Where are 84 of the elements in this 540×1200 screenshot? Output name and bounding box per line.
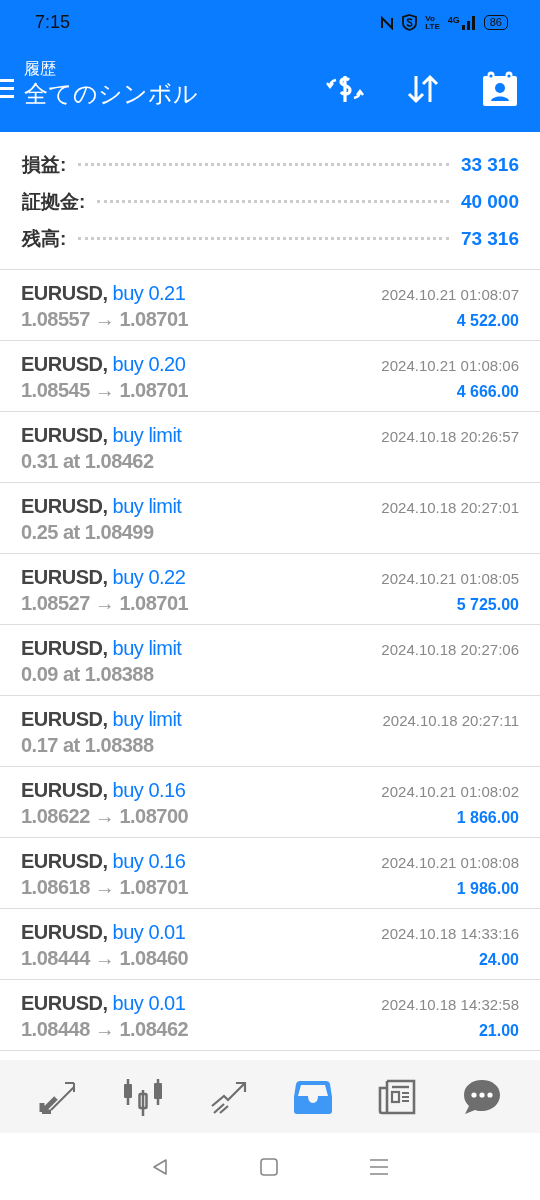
trade-detail: 1.08622 → 1.08700 — [21, 804, 189, 829]
trade-time: 2024.10.21 01:08:02 — [381, 783, 519, 800]
inbox-icon — [294, 1079, 333, 1114]
trade-profit: 4 522.00 — [456, 312, 519, 330]
summary-label: 損益: — [22, 152, 67, 177]
trade-title: EURUSD, buy 0.20 — [21, 352, 186, 377]
news-tab[interactable] — [378, 1077, 417, 1116]
trade-detail: 0.31 at 1.08462 — [21, 449, 154, 474]
summary-label: 証拠金: — [22, 189, 86, 214]
trade-time: 2024.10.18 20:27:06 — [381, 641, 519, 658]
header-subtitle: 履歴 — [24, 58, 57, 79]
trade-detail: 0.25 at 1.08499 — [21, 520, 154, 545]
trend-icon — [209, 1079, 248, 1114]
summary-value: 33 316 — [460, 153, 519, 176]
chat-tab[interactable] — [462, 1078, 501, 1115]
back-icon[interactable] — [150, 1157, 169, 1176]
trade-row[interactable]: EURUSD, buy limit 2024.10.18 20:26:57 0.31 at 1.08462 — [0, 412, 540, 483]
trend-tab[interactable] — [209, 1079, 248, 1114]
trade-profit: 1 866.00 — [456, 809, 519, 827]
trade-detail: 1.08557 → 1.08701 — [21, 307, 189, 332]
trade-detail: 1.08618 → 1.08701 — [21, 875, 189, 900]
summary-value: 40 000 — [460, 190, 519, 213]
summary-label: 残高: — [22, 226, 67, 251]
trade-row[interactable]: EURUSD, buy 0.16 2024.10.21 01:08:08 1.08618 → 1.08701 1 986.00 — [0, 838, 540, 909]
trade-tab[interactable] — [39, 1079, 78, 1114]
diagonal-arrows-icon — [39, 1079, 78, 1114]
summary-value: 73 316 — [460, 227, 519, 250]
trade-row[interactable]: EURUSD, buy 0.01 2024.10.18 14:32:58 1.08448 → 1.08462 21.00 — [0, 980, 540, 1051]
trade-profit: 1 986.00 — [456, 880, 519, 898]
chart-tab[interactable] — [123, 1077, 164, 1116]
trade-time: 2024.10.18 20:26:57 — [381, 428, 519, 445]
newspaper-icon — [378, 1077, 417, 1116]
trade-detail: 1.08545 → 1.08701 — [21, 378, 189, 403]
calendar-person-icon[interactable] — [482, 70, 518, 107]
trade-time: 2024.10.18 14:32:58 — [381, 996, 519, 1013]
trade-title: EURUSD, buy limit — [21, 707, 182, 732]
header-title[interactable]: 全てのシンボル — [24, 78, 326, 109]
trade-row[interactable]: EURUSD, buy 0.20 2024.10.21 01:08:06 1.08545 → 1.08701 4 666.00 — [0, 341, 540, 412]
signal-icon — [461, 15, 476, 30]
nfc-icon — [380, 15, 395, 30]
trade-row[interactable]: EURUSD, buy 0.21 2024.10.21 01:08:07 1.08557 → 1.08701 4 522.00 — [0, 270, 540, 341]
recents-icon[interactable] — [369, 1157, 390, 1176]
trade-row[interactable]: EURUSD, buy 0.16 2024.10.21 01:08:02 1.08622 → 1.08700 1 866.00 — [0, 767, 540, 838]
trade-title: EURUSD, buy 0.22 — [21, 565, 186, 590]
history-tab[interactable] — [294, 1079, 333, 1114]
trade-time: 2024.10.21 01:08:07 — [381, 286, 519, 303]
trade-time: 2024.10.18 20:27:01 — [381, 499, 519, 516]
trade-title: EURUSD, buy 0.16 — [21, 778, 186, 803]
trade-row[interactable]: EURUSD, buy limit 2024.10.18 20:27:11 0.17 at 1.08388 — [0, 696, 540, 767]
trade-time: 2024.10.21 01:08:05 — [381, 570, 519, 587]
status-time: 7:15 — [35, 12, 71, 33]
shield-icon — [402, 14, 418, 31]
chat-icon — [462, 1078, 501, 1115]
trade-title: EURUSD, buy 0.01 — [21, 920, 186, 945]
trade-profit: 24.00 — [478, 951, 519, 969]
battery-indicator: 86 — [483, 15, 508, 30]
trade-title: EURUSD, buy 0.01 — [21, 991, 186, 1016]
trade-detail: 0.09 at 1.08388 — [21, 662, 154, 687]
trade-title: EURUSD, buy 0.16 — [21, 849, 186, 874]
trade-profit: 4 666.00 — [456, 383, 519, 401]
trade-title: EURUSD, buy limit — [21, 423, 182, 448]
candlestick-icon — [123, 1077, 164, 1116]
home-icon[interactable] — [260, 1157, 278, 1176]
trade-detail: 0.17 at 1.08388 — [21, 733, 154, 758]
trade-time: 2024.10.18 20:27:11 — [382, 712, 519, 729]
trade-row[interactable]: EURUSD, buy 0.22 2024.10.21 01:08:05 1.08527 → 1.08701 5 725.00 — [0, 554, 540, 625]
trade-title: EURUSD, buy limit — [21, 494, 182, 519]
trade-row[interactable]: EURUSD, buy limit 2024.10.18 20:27:01 0.25 at 1.08499 — [0, 483, 540, 554]
trade-time: 2024.10.21 01:08:06 — [381, 357, 519, 374]
sort-icon[interactable] — [406, 73, 440, 104]
trade-title: EURUSD, buy 0.21 — [21, 281, 186, 306]
menu-icon[interactable] — [0, 76, 14, 101]
trade-profit: 5 725.00 — [456, 596, 519, 614]
volte-indicator: Vo LTE — [425, 14, 440, 31]
trade-time: 2024.10.21 01:08:08 — [381, 854, 519, 871]
trade-profit: 21.00 — [478, 1022, 519, 1040]
trade-detail: 1.08527 → 1.08701 — [21, 591, 189, 616]
network-indicator: 4G — [447, 14, 460, 25]
trade-detail: 1.08444 → 1.08460 — [21, 946, 189, 971]
trade-title: EURUSD, buy limit — [21, 636, 182, 661]
trade-detail: 1.08448 → 1.08462 — [21, 1017, 189, 1042]
trade-row[interactable]: EURUSD, buy 0.01 2024.10.18 14:33:16 1.08444 → 1.08460 24.00 — [0, 909, 540, 980]
trade-row[interactable]: EURUSD, buy limit 2024.10.18 20:27:06 0.09 at 1.08388 — [0, 625, 540, 696]
trade-time: 2024.10.18 14:33:16 — [381, 925, 519, 942]
